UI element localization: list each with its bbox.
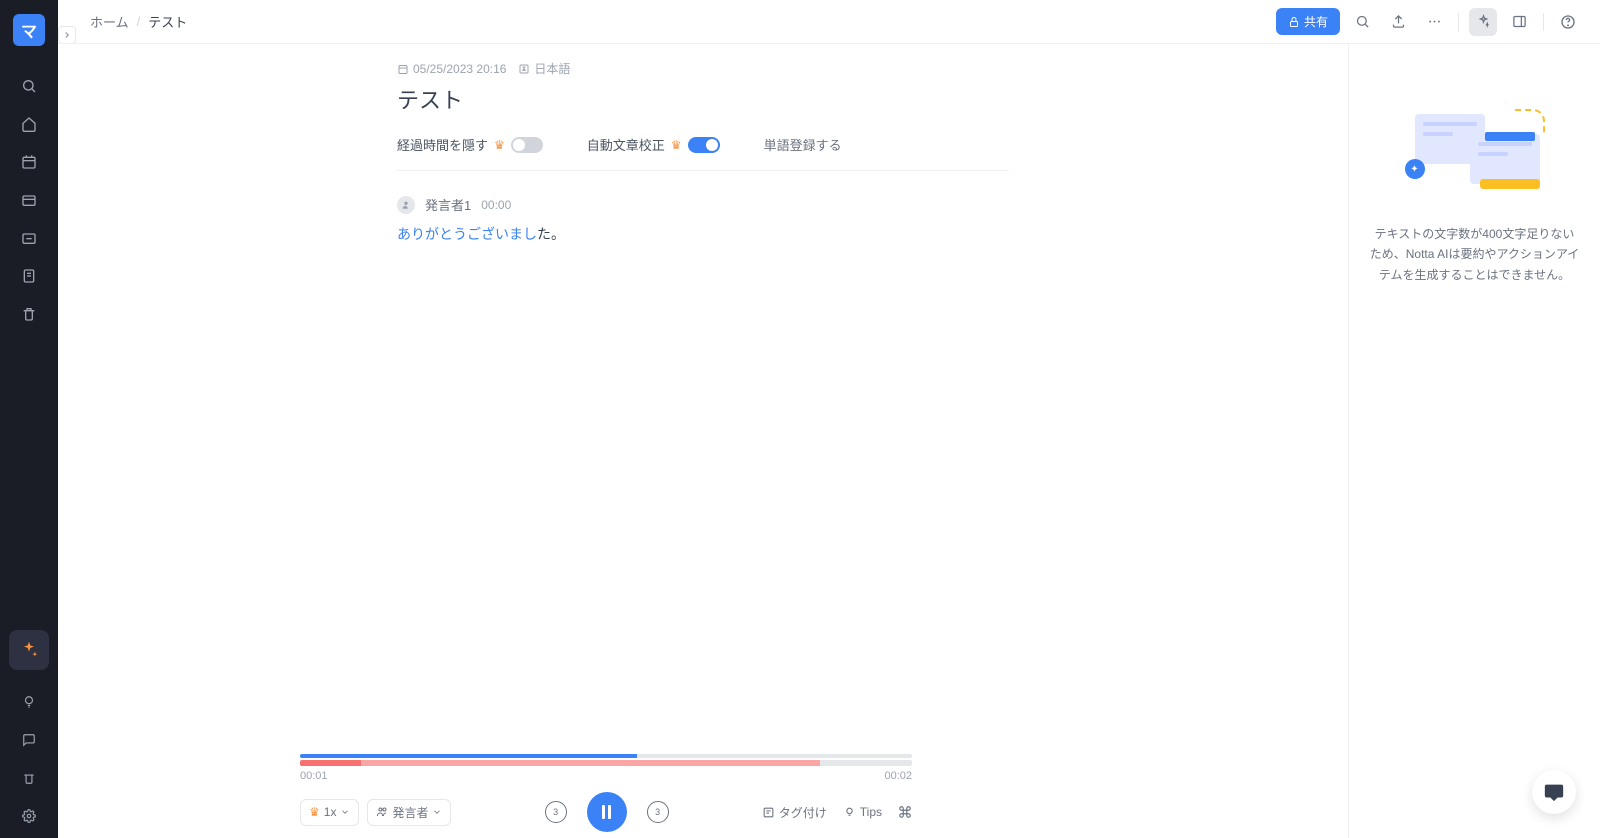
page-title[interactable]: テスト <box>397 83 1009 115</box>
chat-icon <box>1543 781 1565 803</box>
speaker-name[interactable]: 発言者1 <box>425 195 471 214</box>
help-button[interactable] <box>1554 8 1582 36</box>
datetime-meta: 05/25/2023 20:16 <box>397 62 506 76</box>
current-time: 00:01 <box>300 770 328 782</box>
header-divider <box>1543 13 1544 31</box>
language-meta: 日本語 <box>518 60 570 77</box>
calendar-small-icon <box>397 63 409 75</box>
breadcrumb-separator: / <box>137 14 141 29</box>
app-logo[interactable]: マ <box>13 14 45 46</box>
side-panel-button[interactable] <box>1505 8 1533 36</box>
header-search-button[interactable] <box>1348 8 1376 36</box>
breadcrumb: ホーム / テスト <box>90 12 187 31</box>
ai-illustration: ✦ <box>1405 104 1545 204</box>
datetime-text: 05/25/2023 20:16 <box>413 62 506 76</box>
tips-label: Tips <box>860 805 882 819</box>
waveform[interactable] <box>300 760 912 766</box>
header: ホーム / テスト 共有 <box>58 0 1600 44</box>
hide-elapsed-toggle[interactable] <box>511 137 543 153</box>
auto-proofread-option: 自動文章校正 ♛ <box>587 135 720 154</box>
register-words-label: 単語登録する <box>764 135 842 154</box>
chevron-down-icon <box>340 807 350 817</box>
speaker-filter-label: 発言者 <box>392 804 428 821</box>
ai-panel-toggle[interactable] <box>1469 8 1497 36</box>
speaker-row: 発言者1 00:00 <box>397 195 1009 214</box>
speaker-timestamp[interactable]: 00:00 <box>481 198 511 212</box>
crown-icon: ♛ <box>309 805 320 819</box>
lightbulb-small-icon <box>843 806 856 819</box>
transcript-block[interactable]: 発言者1 00:00 ありがとうございました。 <box>397 195 1009 244</box>
crown-icon: ♛ <box>671 138 682 152</box>
sidebar: マ <box>0 0 58 838</box>
header-divider <box>1458 13 1459 31</box>
speaker-avatar <box>397 196 415 214</box>
speaker-icon <box>376 806 388 818</box>
speed-value: 1x <box>324 805 337 819</box>
keyboard-shortcuts-button[interactable] <box>898 805 912 819</box>
auto-proofread-label: 自動文章校正 <box>587 135 665 154</box>
share-button[interactable]: 共有 <box>1276 8 1340 35</box>
auto-proofread-toggle[interactable] <box>688 137 720 153</box>
tag-label: タグ付け <box>779 804 827 821</box>
speaker-filter-dropdown[interactable]: 発言者 <box>367 799 451 826</box>
pause-button[interactable] <box>587 792 627 832</box>
chevron-down-icon <box>432 807 442 817</box>
export-button[interactable] <box>1384 8 1412 36</box>
tag-icon <box>762 806 775 819</box>
language-text: 日本語 <box>534 60 570 77</box>
more-options-button[interactable] <box>1420 8 1448 36</box>
tips-button[interactable]: Tips <box>843 805 882 819</box>
folder-icon[interactable] <box>13 184 45 216</box>
feedback-icon[interactable] <box>13 724 45 756</box>
ai-insufficient-message: テキストの文字数が400文字足りないため、Notta AIは要約やアクションアイ… <box>1369 224 1580 285</box>
trash-secondary-icon[interactable] <box>13 762 45 794</box>
lightbulb-icon[interactable] <box>13 686 45 718</box>
share-button-label: 共有 <box>1304 13 1328 30</box>
transcript-text[interactable]: ありがとうございました。 <box>397 224 1009 244</box>
language-icon <box>518 63 530 75</box>
skip-forward-button[interactable]: 3 <box>645 799 671 825</box>
playback-speed-dropdown[interactable]: ♛ 1x <box>300 799 359 826</box>
chat-fab[interactable] <box>1532 770 1576 814</box>
progress-bar[interactable] <box>300 754 912 758</box>
search-icon[interactable] <box>13 70 45 102</box>
notes-icon[interactable] <box>13 260 45 292</box>
content-scroll-area: 05/25/2023 20:16 日本語 テスト 経過時間を隠す ♛ 自動文章校… <box>58 44 1348 838</box>
settings-icon[interactable] <box>13 800 45 832</box>
audio-player: 00:01 00:02 ♛ 1x 発言者 <box>116 748 1096 838</box>
archive-icon[interactable] <box>13 222 45 254</box>
options-row: 経過時間を隠す ♛ 自動文章校正 ♛ 単語登録する <box>397 135 1009 171</box>
hide-elapsed-option: 経過時間を隠す ♛ <box>397 135 543 154</box>
progress-fill <box>300 754 637 758</box>
tag-button[interactable]: タグ付け <box>762 804 827 821</box>
command-icon <box>898 805 912 819</box>
main-content: 05/25/2023 20:16 日本語 テスト 経過時間を隠す ♛ 自動文章校… <box>58 44 1348 838</box>
breadcrumb-current: テスト <box>148 12 187 31</box>
hide-elapsed-label: 経過時間を隠す <box>397 135 488 154</box>
transcript-highlighted: ありがとうございまし <box>397 226 537 242</box>
register-words-option[interactable]: 単語登録する <box>764 135 842 154</box>
ai-panel: ✦ テキストの文字数が400文字足りないため、Notta AIは要約やアクション… <box>1348 44 1600 838</box>
calendar-icon[interactable] <box>13 146 45 178</box>
meta-row: 05/25/2023 20:16 日本語 <box>397 60 1009 77</box>
transcript-rest: た。 <box>537 226 565 242</box>
skip-back-button[interactable]: 3 <box>543 799 569 825</box>
breadcrumb-home[interactable]: ホーム <box>90 12 129 31</box>
crown-icon: ♛ <box>494 138 505 152</box>
trash-icon[interactable] <box>13 298 45 330</box>
total-time: 00:02 <box>884 770 912 782</box>
home-icon[interactable] <box>13 108 45 140</box>
ai-sparkle-button[interactable] <box>9 630 49 670</box>
pause-icon <box>602 805 611 819</box>
